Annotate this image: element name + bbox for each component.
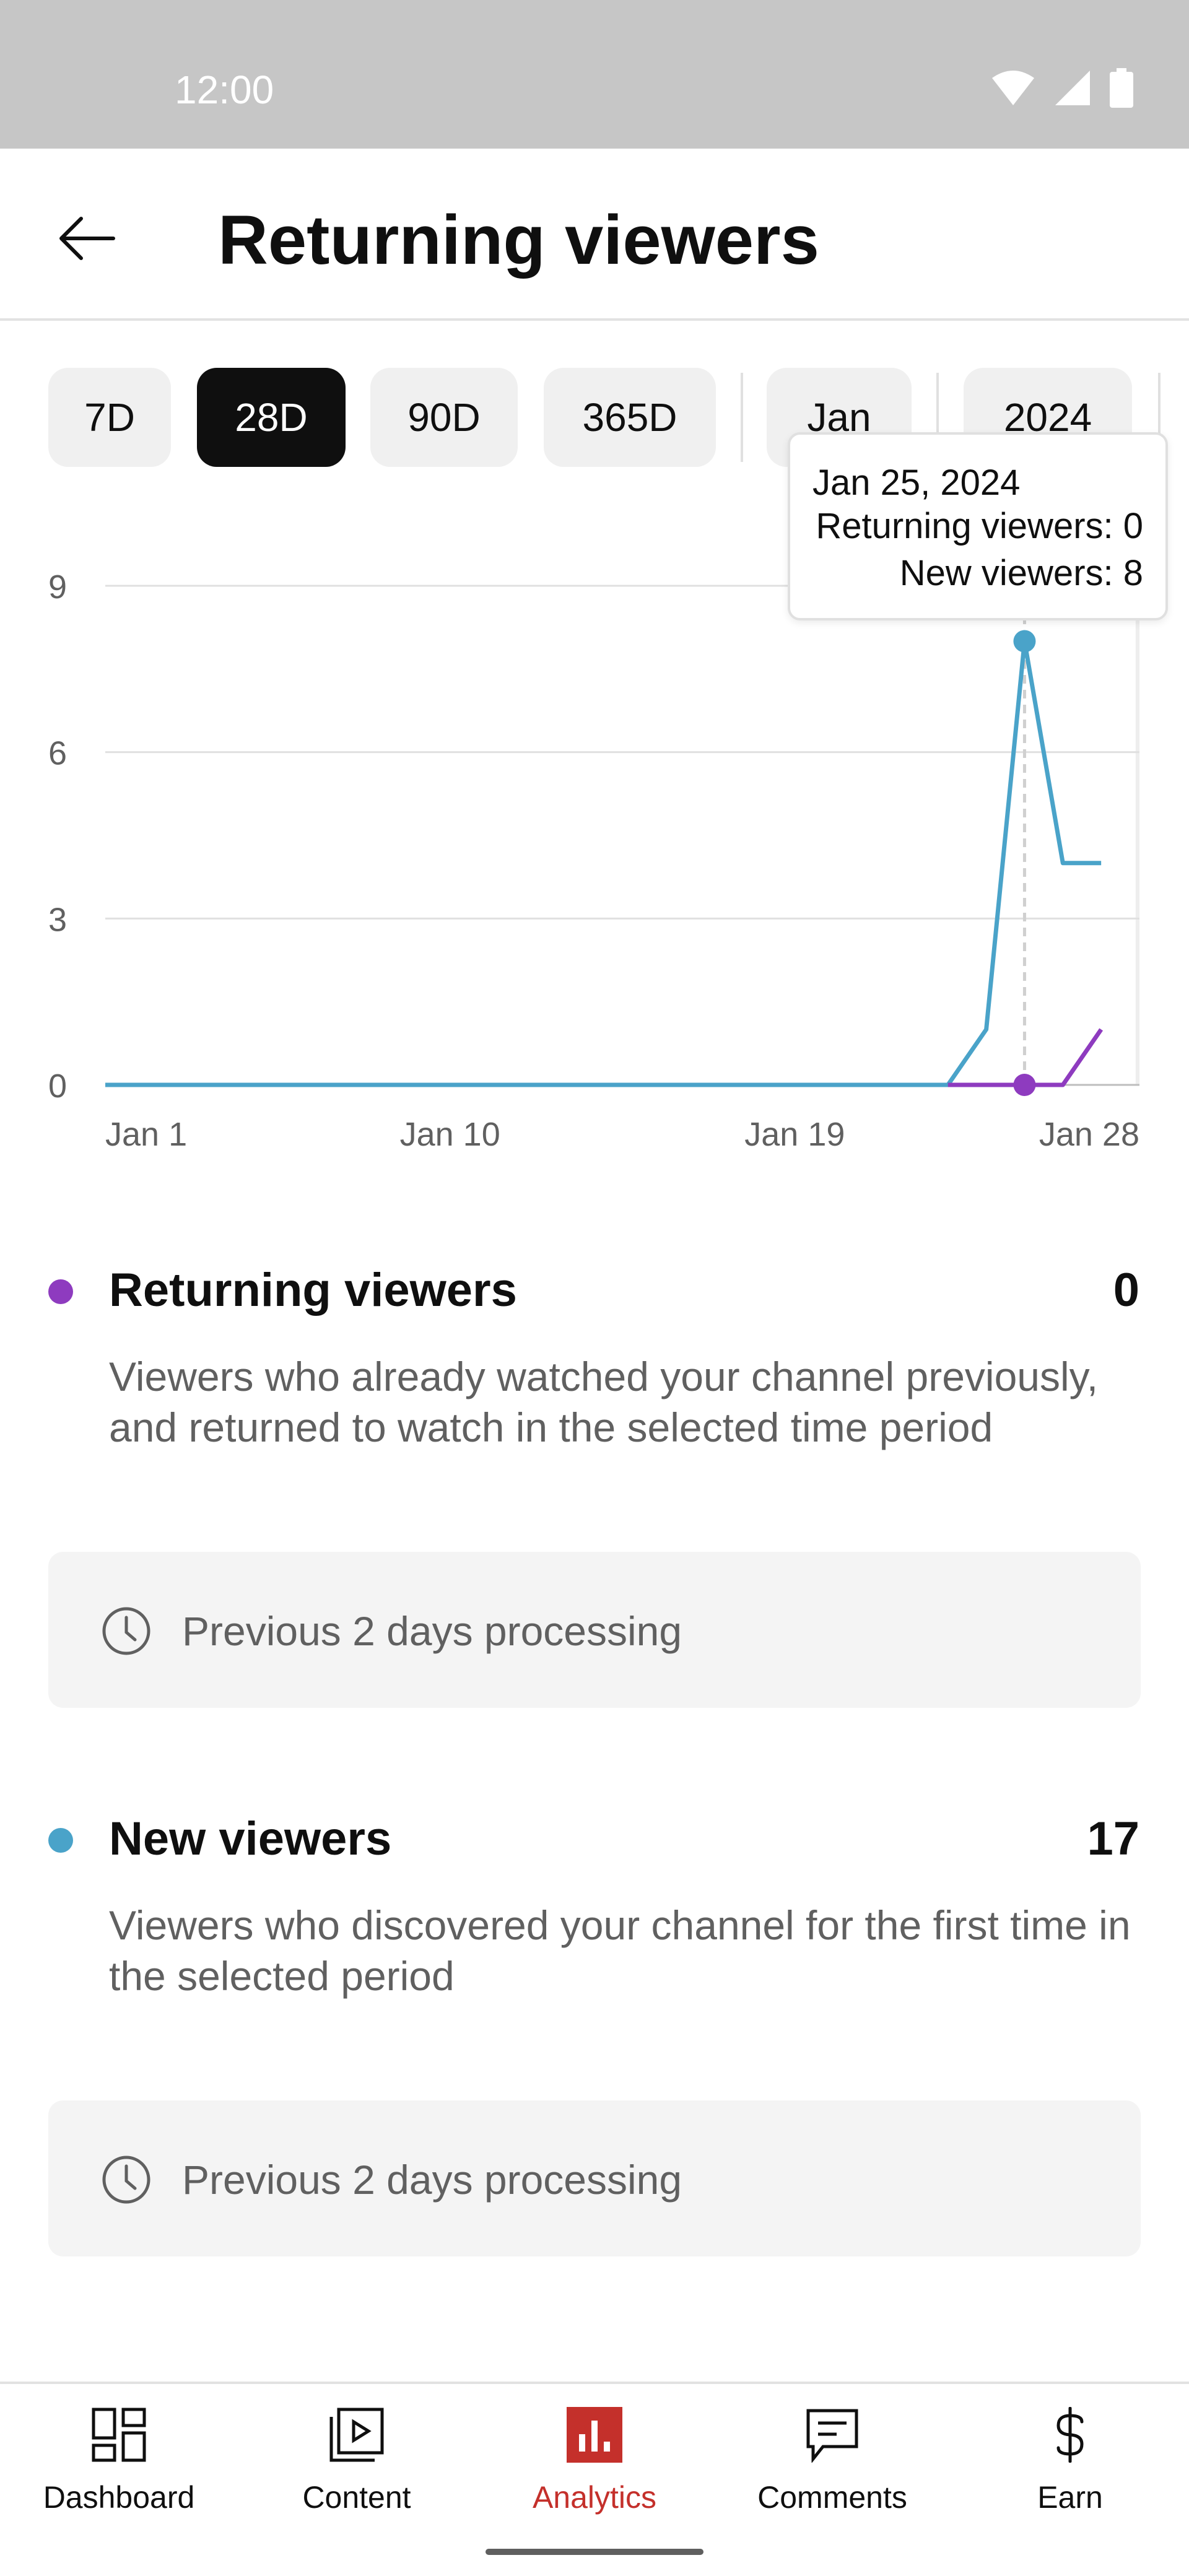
nav-label: Earn	[1037, 2480, 1103, 2515]
clock-icon	[102, 1607, 150, 1655]
new-legend-dot	[48, 1828, 73, 1853]
dashboard-icon	[88, 2404, 150, 2466]
x-tick-label: Jan 10	[400, 1116, 500, 1153]
nav-label: Dashboard	[43, 2480, 195, 2515]
dollar-icon	[1039, 2404, 1101, 2466]
status-icons	[991, 68, 1133, 108]
page-title: Returning viewers	[218, 201, 819, 279]
status-time: 12:00	[175, 67, 274, 112]
x-tick-label: Jan 19	[744, 1116, 845, 1153]
processing-text: Previous 2 days processing	[182, 1608, 682, 1654]
metric-name: New viewers	[109, 1812, 392, 1865]
processing-notice: Previous 2 days processing	[48, 1552, 1141, 1708]
nav-label: Comments	[757, 2480, 907, 2515]
wifi-icon	[992, 71, 1034, 105]
x-tick-label: Jan 28	[1039, 1116, 1139, 1153]
chip-365d[interactable]: 365D	[544, 368, 716, 467]
chart-tooltip: Jan 25, 2024 Returning viewers: 0 New vi…	[788, 432, 1168, 620]
returning-legend-dot	[48, 1279, 73, 1304]
signal-icon	[1055, 71, 1090, 105]
metric-name: Returning viewers	[109, 1264, 517, 1316]
processing-text: Previous 2 days processing	[182, 2157, 682, 2203]
y-tick-label: 6	[48, 735, 67, 772]
viewers-line-chart[interactable]: 0 3 6 9 Jan 1 Jan 10 Jan 19 Jan 28	[0, 533, 1189, 1177]
metric-description: Viewers who discovered your channel for …	[109, 1902, 1131, 1999]
data-point-returning-viewers	[1013, 1074, 1036, 1096]
nav-comments[interactable]: Comments	[713, 2384, 951, 2529]
home-indicator	[486, 2549, 703, 2555]
battery-icon	[1110, 68, 1133, 108]
clock-icon	[102, 2156, 150, 2204]
bottom-navigation: Dashboard Content Analytics Comments Ear…	[0, 2382, 1189, 2529]
series-line-new-viewers	[105, 639, 1102, 1087]
chip-7d[interactable]: 7D	[48, 368, 171, 467]
y-tick-label: 9	[48, 568, 67, 606]
data-point-new-viewers	[1013, 630, 1036, 653]
app-bar: Returning viewers	[0, 149, 1189, 321]
status-bar: 12:00	[0, 0, 1189, 149]
nav-content[interactable]: Content	[238, 2384, 476, 2529]
chip-90d[interactable]: 90D	[370, 368, 518, 467]
nav-label: Content	[302, 2480, 411, 2515]
analytics-icon	[564, 2404, 625, 2466]
metric-new-viewers[interactable]: New viewers 17 Viewers who discovered yo…	[0, 1806, 1189, 2053]
nav-dashboard[interactable]: Dashboard	[0, 2384, 238, 2529]
processing-shade	[1135, 573, 1139, 1085]
content-icon	[326, 2404, 388, 2466]
metric-returning-viewers[interactable]: Returning viewers 0 Viewers who already …	[0, 1257, 1189, 1505]
tooltip-new: New viewers: 8	[899, 553, 1143, 593]
arrow-back-icon	[59, 217, 115, 260]
metric-value: 17	[1087, 1812, 1139, 1865]
chip-divider	[741, 373, 743, 462]
back-button[interactable]	[52, 204, 120, 272]
metric-value: 0	[1113, 1264, 1139, 1316]
chip-28d[interactable]: 28D	[197, 368, 346, 467]
nav-label: Analytics	[532, 2480, 657, 2515]
processing-notice: Previous 2 days processing	[48, 2100, 1141, 2256]
nav-earn[interactable]: Earn	[951, 2384, 1189, 2529]
metric-description: Viewers who already watched your channel…	[109, 1354, 1099, 1450]
comments-icon	[801, 2404, 863, 2466]
tooltip-returning: Returning viewers: 0	[816, 506, 1143, 546]
y-tick-label: 0	[48, 1068, 67, 1105]
nav-analytics[interactable]: Analytics	[476, 2384, 713, 2529]
tooltip-date: Jan 25, 2024	[812, 463, 1021, 503]
x-tick-label: Jan 1	[105, 1116, 187, 1153]
y-tick-label: 3	[48, 901, 67, 938]
